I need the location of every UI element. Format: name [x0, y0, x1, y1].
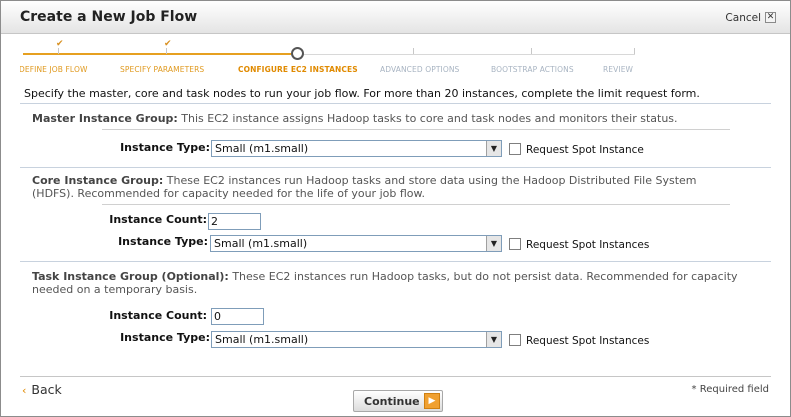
task-group-heading: Task Instance Group (Optional):: [32, 270, 229, 283]
core-instance-type-select[interactable]: Small (m1.small) ▼: [210, 235, 502, 252]
dialog-titlebar: Create a New Job Flow Cancel ✕: [1, 1, 790, 34]
task-group-description: Task Instance Group (Optional): These EC…: [32, 270, 738, 296]
step-configure-ec2-instances: CONFIGURE EC2 INSTANCES: [238, 65, 358, 74]
task-instance-count-input[interactable]: 0: [211, 308, 264, 325]
step-bootstrap-actions: BOOTSTRAP ACTIONS: [491, 65, 574, 74]
core-spot-checkbox[interactable]: [509, 238, 521, 250]
intro-text: Specify the master, core and task nodes …: [24, 87, 700, 100]
master-subdivider: [102, 129, 730, 130]
step-advanced-options: ADVANCED OPTIONS: [380, 65, 460, 74]
section-divider: [20, 103, 771, 104]
check-icon: ✔: [56, 39, 64, 49]
step-tick: [413, 48, 414, 54]
chevron-down-icon: ▼: [486, 236, 501, 251]
task-spot-label: Request Spot Instances: [526, 335, 650, 347]
cancel-link[interactable]: Cancel: [725, 12, 761, 24]
task-instance-type-label: Instance Type:: [120, 331, 210, 344]
core-subdivider: [102, 204, 730, 205]
master-instance-type-label: Instance Type:: [120, 141, 210, 154]
chevron-left-icon: ‹: [22, 384, 27, 397]
core-spot-label: Request Spot Instances: [526, 239, 650, 251]
progress-track-done: [23, 53, 291, 55]
back-button[interactable]: ‹ Back: [22, 382, 62, 397]
master-group-description: Master Instance Group: This EC2 instance…: [32, 112, 678, 125]
step-tick: [634, 48, 635, 54]
section-divider: [20, 167, 771, 168]
master-group-heading: Master Instance Group:: [32, 112, 178, 125]
required-field-note: * Required field: [691, 384, 769, 395]
core-group-heading: Core Instance Group:: [32, 174, 164, 187]
core-instance-type-label: Instance Type:: [118, 235, 208, 248]
core-group-description: Core Instance Group: These EC2 instances…: [32, 174, 697, 200]
wizard-progress: ✔ ✔ DEFINE JOB FLOW SPECIFY PARAMETERS C…: [20, 35, 771, 83]
arrow-right-icon: ▶: [424, 393, 440, 409]
job-flow-dialog: Create a New Job Flow Cancel ✕ ✔ ✔ DEFIN…: [0, 0, 791, 417]
dialog-title: Create a New Job Flow: [20, 9, 198, 25]
master-instance-type-select[interactable]: Small (m1.small) ▼: [211, 140, 502, 157]
step-specify-parameters: SPECIFY PARAMETERS: [120, 65, 205, 74]
step-tick: [531, 48, 532, 54]
core-instance-count-label: Instance Count:: [109, 213, 207, 226]
close-icon[interactable]: ✕: [765, 12, 776, 23]
step-review: REVIEW: [603, 65, 634, 74]
check-icon: ✔: [164, 39, 172, 49]
continue-button[interactable]: Continue ▶: [353, 390, 443, 412]
dialog-body: ✔ ✔ DEFINE JOB FLOW SPECIFY PARAMETERS C…: [20, 35, 771, 376]
master-spot-checkbox[interactable]: [509, 143, 521, 155]
task-instance-count-label: Instance Count:: [109, 309, 207, 322]
master-spot-label: Request Spot Instance: [526, 144, 644, 156]
chevron-down-icon: ▼: [486, 141, 501, 156]
core-instance-count-input[interactable]: 2: [208, 213, 261, 230]
task-instance-type-select[interactable]: Small (m1.small) ▼: [211, 331, 502, 348]
step-define-job-flow: DEFINE JOB FLOW: [20, 65, 88, 74]
footer-divider: [20, 376, 771, 377]
chevron-down-icon: ▼: [486, 332, 501, 347]
task-spot-checkbox[interactable]: [509, 334, 521, 346]
section-divider: [20, 261, 771, 262]
current-step-icon: [291, 47, 304, 60]
